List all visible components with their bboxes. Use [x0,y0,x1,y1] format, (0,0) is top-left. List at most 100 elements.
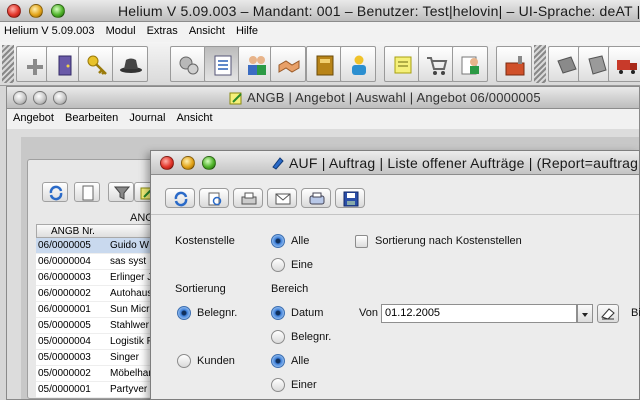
auf-refresh-button[interactable] [165,188,195,208]
row-nr: 06/0000005 [38,240,91,251]
kunden-einer-radio[interactable] [271,378,285,392]
sortierung-kunden-radio[interactable] [177,354,191,368]
angb-menubar: Angebot Bearbeiten Journal Ansicht [7,109,639,129]
menu-extras[interactable]: Extras [143,22,182,37]
table-row[interactable]: 06/0000001 Sun Micr [36,302,166,318]
eraser-icon [601,308,615,320]
row-name: Erlinger J [110,272,153,283]
table-row[interactable]: 06/0000003 Erlinger J [36,270,166,286]
key-button[interactable] [78,46,114,82]
table-row[interactable]: 05/0000004 Logistik F [36,334,166,350]
row-name: Möbelhan [110,368,154,379]
table-row[interactable]: 05/0000001 Partyver [36,382,166,398]
row-name: Logistik F [110,336,153,347]
gears-button[interactable] [170,46,206,82]
person-button[interactable] [340,46,376,82]
row-name: Sun Micr [110,304,150,315]
kostenstelle-eine-radio[interactable] [271,258,285,272]
print-button[interactable] [233,188,263,208]
von-clear-button[interactable] [597,304,619,323]
auf-close-button[interactable] [160,156,174,170]
preview-button[interactable] [199,188,229,208]
main-menubar: Helium V 5.09.003 Modul Extras Ansicht H… [0,22,640,42]
table-row[interactable]: 05/0000002 Möbelhan [36,366,166,382]
menu-app[interactable]: Helium V 5.09.003 [0,22,99,37]
bereich-belegnr-label: Belegnr. [291,331,332,343]
sortierung-kostenstellen-checkbox[interactable] [355,235,368,248]
menu-ansicht[interactable]: Ansicht [185,22,229,37]
exit-button[interactable] [46,46,82,82]
document-button[interactable] [74,182,100,202]
menu-journal[interactable]: Journal [125,109,169,124]
kunden-alle-radio[interactable] [271,354,285,368]
minimize-button[interactable] [29,4,43,18]
users-button[interactable] [238,46,274,82]
zoom-button[interactable] [51,4,65,18]
menu-hilfe[interactable]: Hilfe [232,22,262,37]
email-button[interactable] [267,188,297,208]
table-row[interactable]: 06/0000004 sas syst [36,254,166,270]
factory-button[interactable] [496,46,532,82]
refresh-icon [174,191,188,207]
angb-close-button[interactable] [13,91,27,105]
kostenstelle-eine-label: Eine [291,259,314,271]
fax-icon [309,192,325,205]
kostenstelle-label: Kostenstelle [175,235,235,247]
hat-button[interactable] [112,46,148,82]
von-dropdown-button[interactable] [577,304,593,323]
menu-ansicht-angb[interactable]: Ansicht [172,109,216,124]
row-name: Guido W [110,240,149,251]
von-date-field[interactable]: 01.12.2005 [381,304,577,323]
angb-zoom-button[interactable] [53,91,67,105]
row-nr: 06/0000004 [38,256,91,267]
printer-icon [241,192,257,205]
menu-bearbeiten[interactable]: Bearbeiten [61,109,122,124]
auftrag-icon [272,157,284,170]
kunden-alle-label: Alle [291,355,310,367]
notes-button[interactable] [384,46,420,82]
table-row[interactable]: 06/0000002 Autohaus [36,286,166,302]
menu-angebot[interactable]: Angebot [9,109,58,124]
auf-zoom-button[interactable] [202,156,216,170]
toolbar-grip-handle-2[interactable] [534,45,546,83]
row-name: Stahlwer [110,320,149,331]
bereich-datum-label: Datum [291,307,324,319]
handshake-button[interactable] [270,46,306,82]
menu-modul[interactable]: Modul [102,22,140,37]
table-row[interactable]: 05/0000005 Stahlwer [36,318,166,334]
row-name: Autohaus [110,288,153,299]
person-document-button[interactable] [452,46,488,82]
bereich-belegnr-radio[interactable] [271,330,285,344]
sortierung-belegnr-label: Belegnr. [197,307,238,319]
cart-button[interactable] [418,46,454,82]
angb-titlebar: ANGB | Angebot | Auswahl | Angebot 06/00… [7,87,639,109]
kostenstelle-alle-radio[interactable] [271,234,285,248]
auf-minimize-button[interactable] [181,156,195,170]
close-button[interactable] [7,4,21,18]
table-row[interactable]: 06/0000005 Guido W [36,238,166,254]
row-name: Singer [110,352,139,363]
table-header[interactable]: ANGB Nr. [36,224,166,238]
refresh-button[interactable] [42,182,68,202]
sortierung-kunden-label: Kunden [197,355,235,367]
kunden-einer-label: Einer [291,379,317,391]
sortierung-belegnr-radio[interactable] [177,306,191,320]
column-header-angb-nr[interactable]: ANGB Nr. [51,226,95,237]
auf-toolbar [151,175,639,215]
bereich-datum-radio[interactable] [271,306,285,320]
filter-button[interactable] [108,182,134,202]
toolbar-grip-handle[interactable] [2,45,14,83]
kostenstelle-alle-label: Alle [291,235,310,247]
angb-minimize-button[interactable] [33,91,47,105]
book-button[interactable] [306,46,342,82]
main-toolbar [0,42,640,86]
table-row[interactable]: 05/0000003 Singer [36,350,166,366]
row-nr: 05/0000003 [38,352,91,363]
auf-window-title: AUF | Auftrag | Liste offener Aufträge |… [289,155,639,171]
save-button[interactable] [335,188,365,208]
row-nr: 06/0000001 [38,304,91,315]
list-button[interactable] [204,46,240,82]
main-titlebar: Helium V 5.09.003 – Mandant: 001 – Benut… [0,0,640,22]
fax-button[interactable] [301,188,331,208]
truck-button[interactable] [608,46,640,82]
